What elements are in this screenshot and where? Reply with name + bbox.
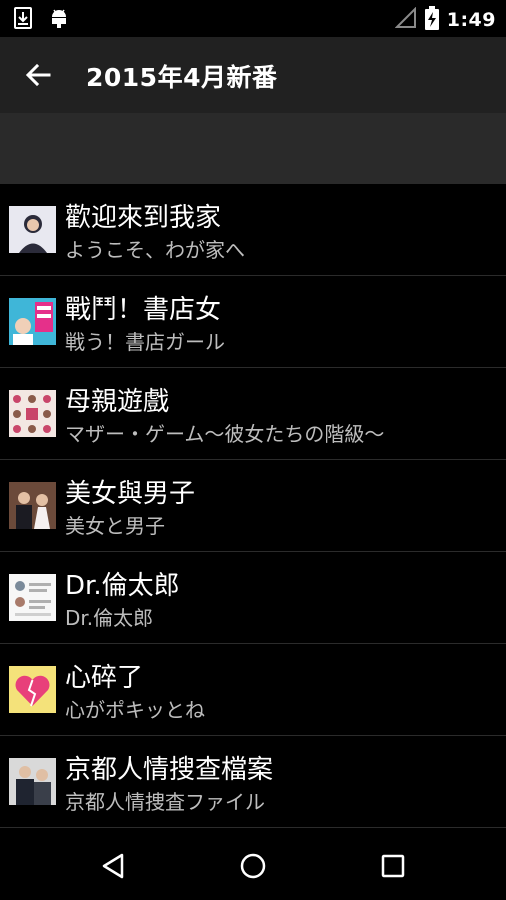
status-right: 1:49 bbox=[394, 6, 496, 34]
battery-charging-icon bbox=[424, 6, 439, 34]
item-title: Dr.倫太郎 bbox=[65, 571, 180, 601]
show-list: 歡迎來到我家 ようこそ、わが家へ 戰鬥！書店女 戦う！書店ガール 母親遊戲 マザ… bbox=[0, 184, 506, 828]
item-subtitle: 京都人情捜査ファイル bbox=[65, 790, 265, 814]
item-title: 心碎了 bbox=[65, 663, 144, 693]
thumbnail bbox=[9, 298, 56, 345]
back-button[interactable] bbox=[20, 57, 56, 93]
list-item[interactable]: 美女與男子 美女と男子 bbox=[0, 460, 506, 552]
item-title: 戰鬥！書店女 bbox=[65, 295, 222, 325]
signal-icon bbox=[394, 6, 417, 33]
nav-home-button[interactable] bbox=[230, 843, 276, 889]
app-bar: 2015年4月新番 bbox=[0, 37, 506, 113]
item-subtitle: ようこそ、わが家へ bbox=[65, 238, 245, 262]
list-item[interactable]: 歡迎來到我家 ようこそ、わが家へ bbox=[0, 184, 506, 276]
item-subtitle: 美女と男子 bbox=[65, 514, 165, 538]
item-title: 歡迎來到我家 bbox=[65, 203, 222, 233]
navigation-bar bbox=[0, 831, 506, 900]
square-recents-icon bbox=[381, 854, 405, 878]
list-item[interactable]: Dr.倫太郎 Dr.倫太郎 bbox=[0, 552, 506, 644]
item-title: 美女與男子 bbox=[65, 479, 196, 509]
page-title: 2015年4月新番 bbox=[86, 63, 278, 92]
sub-bar bbox=[0, 113, 506, 184]
thumbnail bbox=[9, 666, 56, 713]
item-title: 母親遊戲 bbox=[65, 387, 170, 417]
android-icon bbox=[48, 7, 70, 33]
item-subtitle: 心がポキッとね bbox=[65, 698, 205, 722]
status-bar: 1:49 bbox=[0, 0, 506, 37]
list-item[interactable]: 心碎了 心がポキッとね bbox=[0, 644, 506, 736]
item-subtitle: Dr.倫太郎 bbox=[65, 606, 154, 630]
thumbnail bbox=[9, 482, 56, 529]
list-item[interactable]: 母親遊戲 マザー・ゲーム〜彼女たちの階級〜 bbox=[0, 368, 506, 460]
thumbnail bbox=[9, 206, 56, 253]
triangle-back-icon bbox=[102, 853, 124, 879]
item-title: 京都人情搜查檔案 bbox=[65, 755, 274, 785]
item-subtitle: 戦う！書店ガール bbox=[65, 330, 225, 354]
thumbnail bbox=[9, 758, 56, 805]
arrow-left-icon bbox=[25, 63, 51, 87]
circle-home-icon bbox=[240, 853, 266, 879]
list-item[interactable]: 京都人情搜查檔案 京都人情捜査ファイル bbox=[0, 736, 506, 828]
download-icon bbox=[14, 7, 32, 33]
status-time: 1:49 bbox=[446, 9, 496, 31]
item-subtitle: マザー・ゲーム〜彼女たちの階級〜 bbox=[65, 422, 385, 446]
thumbnail bbox=[9, 390, 56, 437]
list-item[interactable]: 戰鬥！書店女 戦う！書店ガール bbox=[0, 276, 506, 368]
thumbnail bbox=[9, 574, 56, 621]
nav-recents-button[interactable] bbox=[370, 843, 416, 889]
nav-back-button[interactable] bbox=[90, 843, 136, 889]
status-left bbox=[14, 7, 70, 33]
